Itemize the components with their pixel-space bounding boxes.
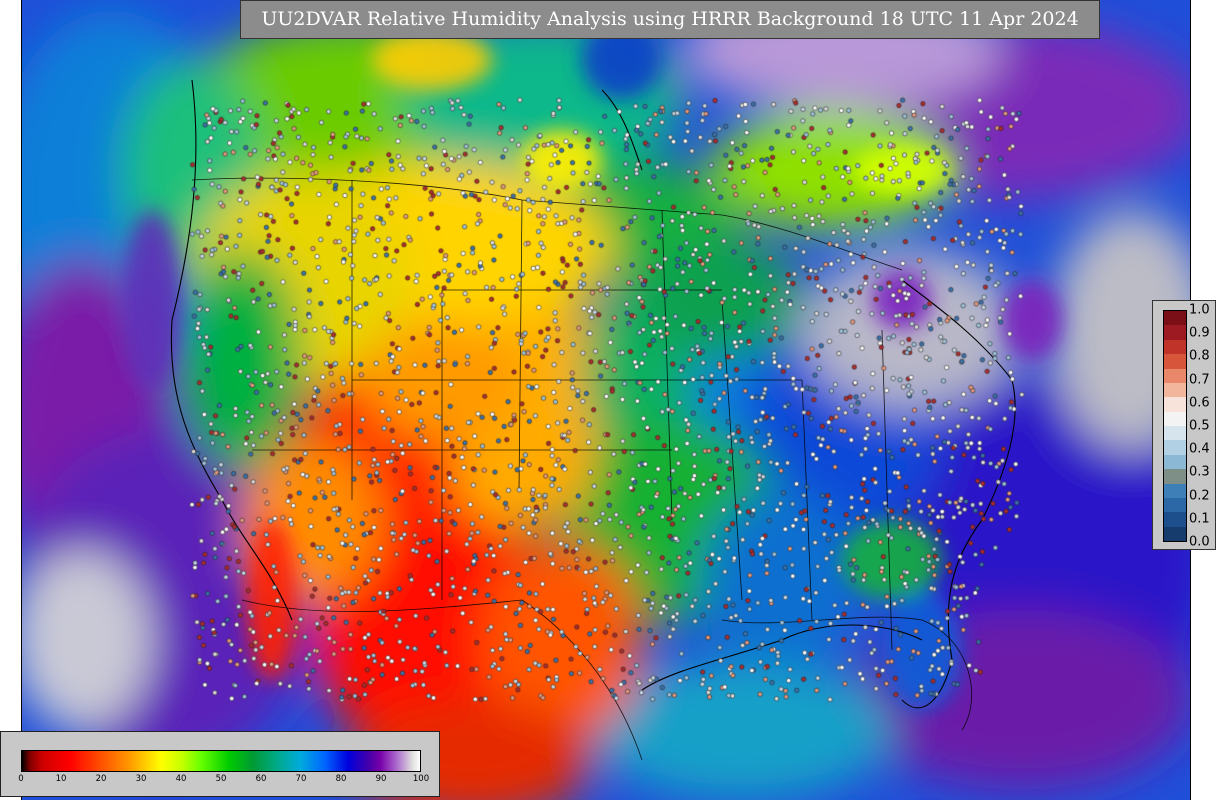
observation-tick-label: 0.8: [1189, 348, 1210, 364]
rh-tick-label: 100: [412, 774, 430, 784]
observation-colorbar-segment: [1164, 526, 1186, 541]
rh-tick-label: 90: [375, 774, 387, 784]
observation-tick-label: 0.3: [1189, 464, 1210, 480]
observation-tick-label: 0.9: [1189, 325, 1210, 341]
observation-colorbar-segment: [1164, 440, 1186, 455]
observation-colorbar-segment: [1164, 454, 1186, 470]
observation-tick-label: 0.5: [1189, 418, 1210, 434]
rh-tick-label: 10: [55, 774, 67, 784]
observation-colorbar-segment: [1164, 426, 1186, 441]
station-observations: [22, 0, 1190, 800]
rh-tick-label: 30: [135, 774, 147, 784]
observation-tick-label: 0.1: [1189, 511, 1210, 527]
observation-colorbar-segment: [1164, 411, 1186, 426]
observation-tick-label: 0.4: [1189, 441, 1210, 457]
rh-tick-label: 70: [295, 774, 307, 784]
observation-colorbar: 1.0 0.9 0.8 0.7 0.6 0.5 0.4 0.3 0.2 0.1 0.0: [1152, 300, 1216, 550]
relative-humidity-colorbar: 0 10 20 30 40 50 60 70 80 90 100: [0, 731, 440, 797]
observation-colorbar-segment: [1164, 325, 1186, 340]
observation-colorbar-segment: [1164, 339, 1186, 355]
observation-colorbar-segment: [1164, 497, 1186, 513]
rh-tick-label: 80: [335, 774, 347, 784]
rh-tick-label: 0: [18, 774, 24, 784]
rh-tick-label: 50: [215, 774, 227, 784]
rh-tick-label: 40: [175, 774, 187, 784]
observation-colorbar-segment: [1164, 382, 1186, 398]
observation-colorbar-segment: [1164, 368, 1186, 383]
rh-analysis-map: [21, 0, 1191, 800]
observation-tick-label: 0.0: [1189, 534, 1210, 550]
rh-tick-label: 20: [95, 774, 107, 784]
observation-tick-label: 0.2: [1189, 488, 1210, 504]
observation-colorbar-segment: [1164, 354, 1186, 369]
map-title: UU2DVAR Relative Humidity Analysis using…: [240, 0, 1100, 39]
observation-tick-label: 0.7: [1189, 372, 1210, 388]
observation-colorbar-segment: [1164, 311, 1186, 326]
observation-tick-label: 0.6: [1189, 395, 1210, 411]
observation-colorbar-segment: [1164, 469, 1186, 484]
observation-tick-label: 1.0: [1189, 302, 1210, 318]
observation-colorbar-segment: [1164, 512, 1186, 527]
rh-tick-label: 60: [255, 774, 267, 784]
observation-colorbar-segment: [1164, 397, 1186, 412]
observation-colorbar-segment: [1164, 483, 1186, 498]
observation-colorbar-scale: [1163, 310, 1187, 542]
relative-humidity-colorbar-gradient: [21, 750, 421, 772]
